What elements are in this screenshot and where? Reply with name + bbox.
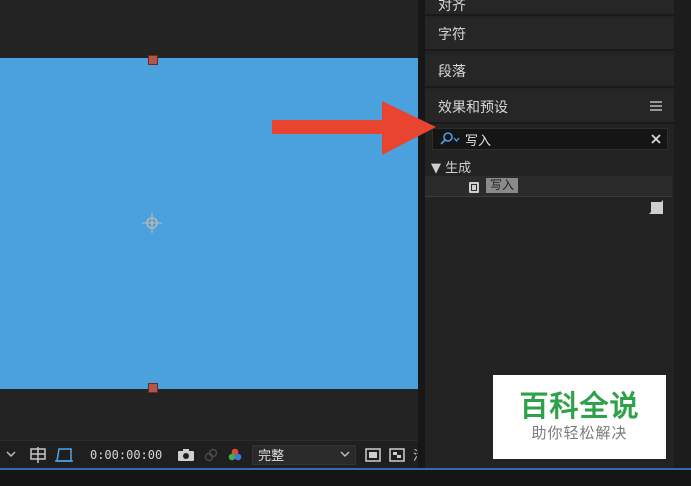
chevron-down-icon [340, 447, 350, 462]
resolution-value: 完整 [258, 449, 285, 464]
effects-search-value[interactable]: 写入 [465, 130, 651, 149]
effects-presets-panel-label: 效果和预设 [438, 99, 508, 116]
transparency-grid-icon[interactable] [388, 447, 406, 462]
anchor-point-icon[interactable] [141, 212, 163, 234]
paragraph-panel-label: 段落 [438, 63, 466, 80]
align-panel-header[interactable]: 对齐 [425, 0, 674, 16]
align-panel-label: 对齐 [438, 0, 466, 14]
link-icon[interactable] [202, 447, 220, 463]
character-panel-header[interactable]: 字符 [425, 18, 674, 51]
panel-divider[interactable] [418, 0, 425, 468]
paragraph-panel-header[interactable]: 段落 [425, 55, 674, 88]
tree-item-write-on[interactable]: 写入 [425, 176, 672, 197]
watermark-title: 百科全说 [519, 389, 640, 423]
color-channels-icon[interactable] [226, 447, 244, 463]
timecode[interactable]: 0:00:00:00 [90, 448, 162, 462]
tree-item-label: 写入 [486, 178, 519, 193]
resolution-dropdown[interactable]: 完整 [252, 444, 357, 465]
character-panel-label: 字符 [438, 26, 466, 43]
composition-viewer[interactable]: 0:00:00:00 完整 活 [0, 0, 421, 468]
grid-icon[interactable] [28, 446, 48, 463]
panel-resize-icon[interactable] [648, 199, 664, 219]
viewer-toolbar: 0:00:00:00 完整 活 [0, 440, 421, 468]
region-of-interest-icon[interactable] [54, 447, 74, 463]
chevron-down-icon[interactable] [4, 451, 18, 458]
effects-search-field[interactable]: 写入 [432, 128, 668, 150]
panel-right-edge [674, 0, 691, 468]
watermark-logo: 百科全说 助你轻松解决 [493, 375, 666, 459]
effect-preset-icon [468, 179, 480, 198]
watermark-subtitle: 助你轻松解决 [531, 424, 628, 442]
top-center-handle[interactable] [148, 55, 158, 65]
close-icon[interactable] [651, 134, 661, 144]
hamburger-menu-icon[interactable] [650, 99, 662, 115]
view-layout-icon[interactable] [364, 447, 382, 462]
timeline-panel-edge [0, 468, 691, 486]
search-icon[interactable] [439, 132, 461, 146]
effects-presets-panel-header[interactable]: 效果和预设 [425, 91, 674, 124]
camera-icon[interactable] [176, 448, 196, 462]
annotation-arrow-icon [272, 101, 436, 155]
bottom-center-handle[interactable] [148, 383, 158, 393]
